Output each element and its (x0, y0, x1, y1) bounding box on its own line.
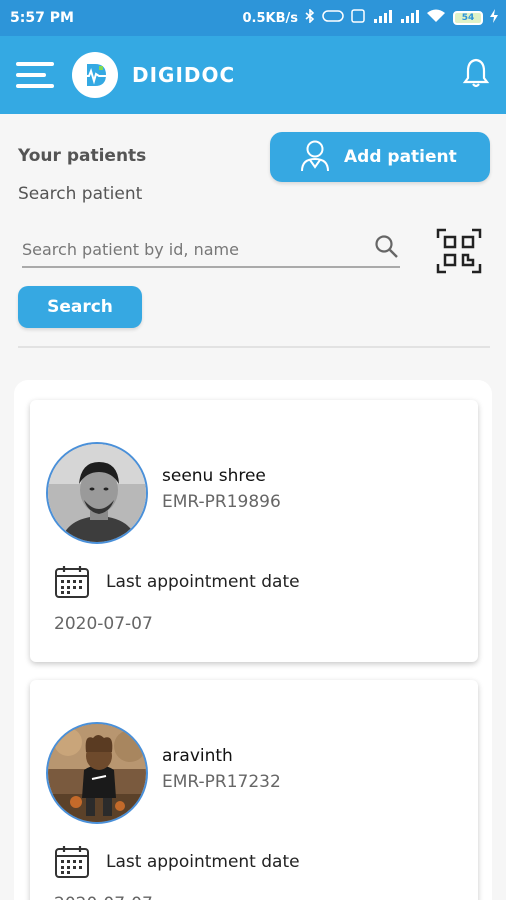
signal-icon-2 (399, 9, 419, 27)
app-title: DIGIDOC (132, 63, 236, 87)
add-patient-button[interactable]: Add patient (270, 132, 490, 182)
search-input[interactable] (22, 239, 374, 259)
status-time: 5:57 PM (10, 10, 74, 26)
patient-id: EMR-PR19896 (162, 492, 281, 512)
battery-icon: 54 (453, 11, 483, 25)
last-appointment-date: 2020-07-07 (54, 894, 153, 900)
search-patient-label: Search patient (18, 184, 143, 204)
volte-icon (322, 10, 344, 26)
wifi-icon (426, 9, 446, 27)
avatar (46, 722, 148, 824)
add-patient-label: Add patient (344, 147, 457, 167)
search-icon[interactable] (374, 234, 400, 264)
bluetooth-icon (305, 8, 315, 27)
search-field (22, 232, 400, 268)
status-icons: 0.5KB/s 54 (242, 8, 498, 27)
main-content: Your patients Search patient Add patient (0, 114, 506, 900)
last-appointment-date: 2020-07-07 (54, 614, 153, 634)
status-bar: 5:57 PM 0.5KB/s 54 (0, 0, 506, 36)
signal-icon-1 (372, 9, 392, 27)
app-bar: DIGIDOC (0, 36, 506, 114)
last-appointment-label: Last appointment date (106, 572, 300, 592)
qr-scan-icon[interactable] (436, 228, 482, 278)
patient-name: seenu shree (162, 466, 266, 486)
last-appointment-label: Last appointment date (106, 852, 300, 872)
avatar (46, 442, 148, 544)
divider (18, 346, 490, 348)
patient-list: seenu shree EMR-PR19896 Last appointment… (14, 380, 492, 900)
calendar-icon (54, 564, 90, 604)
patient-card[interactable]: seenu shree EMR-PR19896 Last appointment… (30, 400, 478, 662)
sim-icon (351, 9, 365, 27)
patient-name: aravinth (162, 746, 233, 766)
charging-icon (490, 9, 498, 27)
patient-id: EMR-PR17232 (162, 772, 281, 792)
patient-card[interactable]: aravinth EMR-PR17232 Last appointment da… (30, 680, 478, 900)
search-button[interactable]: Search (18, 286, 142, 328)
calendar-icon (54, 844, 90, 884)
network-speed: 0.5KB/s (242, 10, 299, 26)
bell-icon[interactable] (462, 57, 490, 93)
doctor-icon (300, 138, 330, 177)
your-patients-heading: Your patients (18, 146, 147, 166)
digidoc-logo (72, 52, 118, 98)
hamburger-menu-icon[interactable] (16, 62, 54, 88)
